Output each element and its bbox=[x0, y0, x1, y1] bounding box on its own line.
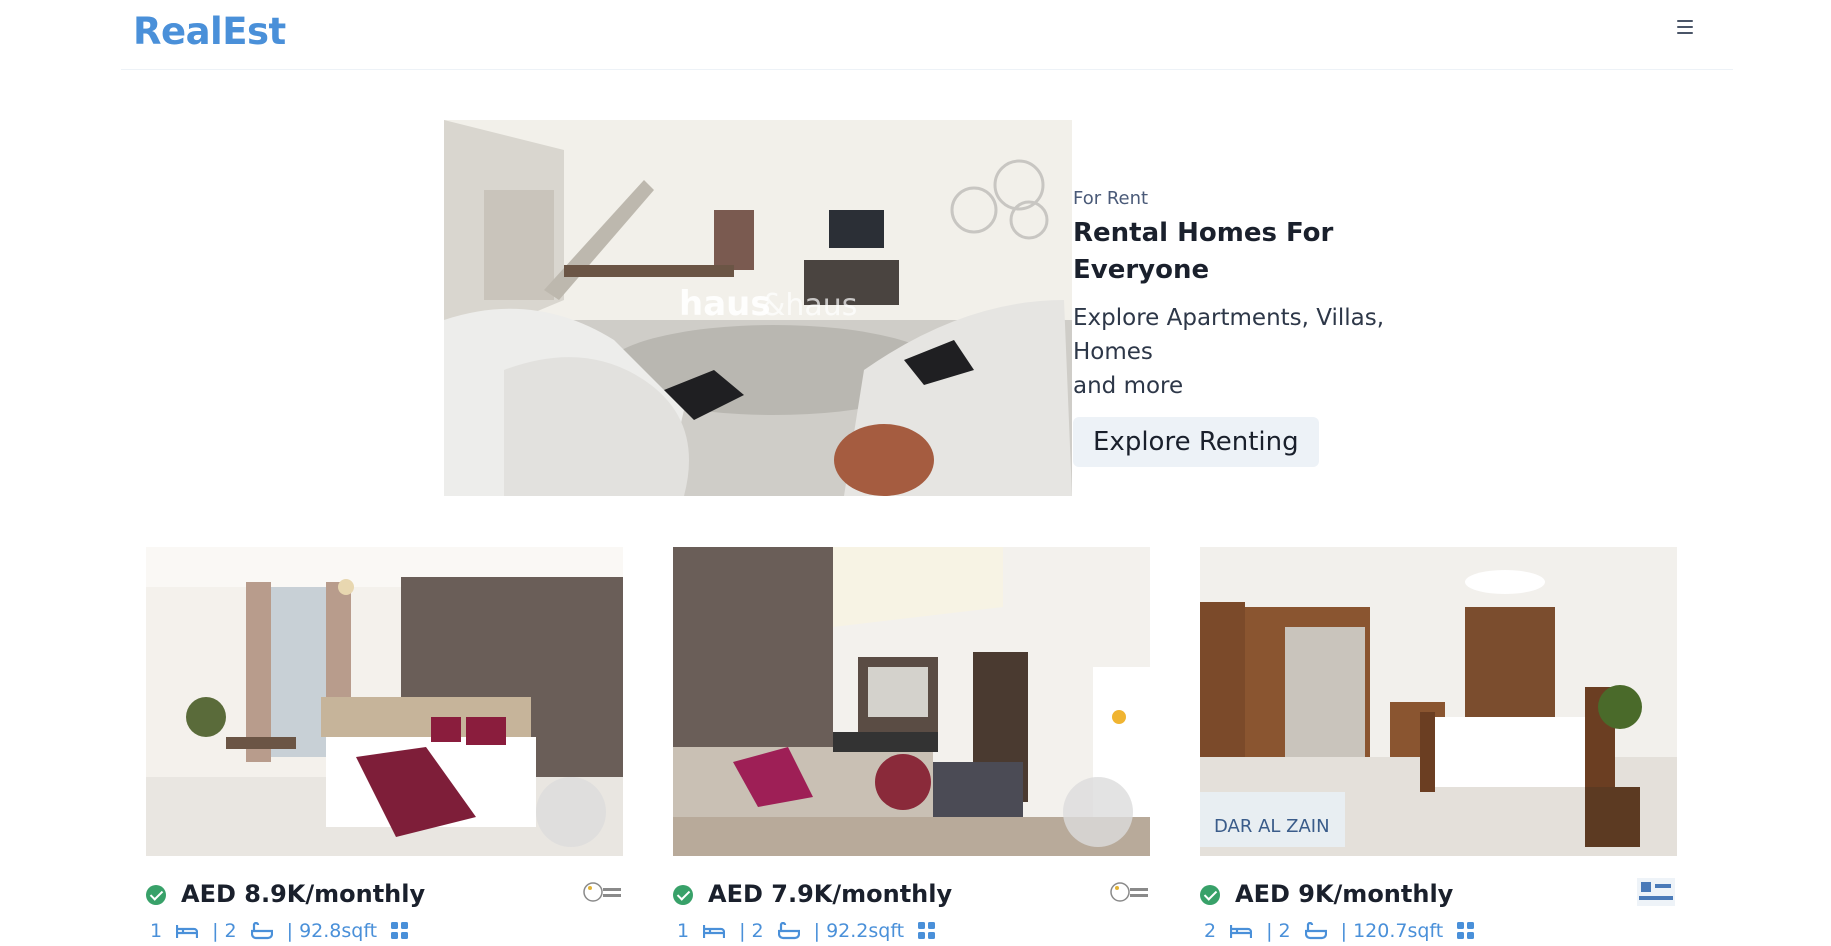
area-size: | 92.2sqft bbox=[813, 920, 905, 942]
baths-count: | 2 bbox=[212, 920, 237, 942]
banner-desc-line2: and more bbox=[1073, 373, 1184, 399]
agency-logo-icon bbox=[1110, 882, 1148, 902]
grid-area-icon bbox=[918, 922, 936, 940]
property-specs: 2 | 2 | 120.7sqft bbox=[1200, 916, 1677, 946]
property-card[interactable]: AED 7.9K/monthly 1 | 2 | 92.2sqft bbox=[673, 547, 1150, 946]
agency-logo-icon bbox=[1637, 878, 1675, 906]
svg-text:DAR AL ZAIN: DAR AL ZAIN bbox=[1214, 816, 1330, 837]
bath-icon bbox=[1304, 922, 1327, 940]
price-row: AED 9K/monthly bbox=[1200, 866, 1677, 916]
property-image[interactable] bbox=[673, 547, 1150, 856]
grid-area-icon bbox=[1457, 922, 1475, 940]
banner-title-line1: Rental Homes For bbox=[1073, 218, 1334, 248]
baths-count: | 2 bbox=[1266, 920, 1291, 942]
verified-check-icon bbox=[146, 885, 166, 905]
price-row: AED 8.9K/monthly bbox=[146, 866, 623, 916]
banner-title: Rental Homes For Everyone bbox=[1073, 215, 1433, 289]
verified-check-icon bbox=[1200, 885, 1220, 905]
grid-area-icon bbox=[391, 922, 409, 940]
hamburger-menu-icon[interactable] bbox=[1670, 14, 1700, 40]
agency-logo-icon bbox=[583, 882, 621, 902]
banner-description: Explore Apartments, Villas, Homes and mo… bbox=[1073, 301, 1433, 403]
baths-count: | 2 bbox=[739, 920, 764, 942]
price-row: AED 7.9K/monthly bbox=[673, 866, 1150, 916]
property-price: AED 9K/monthly bbox=[1235, 880, 1454, 908]
banner-purpose: For Rent bbox=[1073, 188, 1149, 209]
banner-title-line2: Everyone bbox=[1073, 255, 1210, 285]
property-image[interactable]: DAR AL ZAIN bbox=[1200, 547, 1677, 856]
property-specs: 1 | 2 | 92.2sqft bbox=[673, 916, 1150, 946]
rooms-count: 1 bbox=[677, 920, 690, 942]
site-logo[interactable]: RealEst bbox=[133, 10, 286, 53]
verified-check-icon bbox=[673, 885, 693, 905]
bed-icon bbox=[176, 923, 199, 939]
rooms-count: 2 bbox=[1204, 920, 1217, 942]
property-price: AED 7.9K/monthly bbox=[708, 880, 953, 908]
rooms-count: 1 bbox=[150, 920, 163, 942]
svg-text:&haus: &haus bbox=[762, 288, 857, 323]
property-card[interactable]: DAR AL ZAIN AED 9K/monthly 2 | 2 | 120.7… bbox=[1200, 547, 1677, 946]
property-price: AED 8.9K/monthly bbox=[181, 880, 426, 908]
banner-image: haus &haus bbox=[444, 120, 1072, 496]
property-image[interactable] bbox=[146, 547, 623, 856]
bed-icon bbox=[1230, 923, 1253, 939]
banner-text: For Rent Rental Homes For Everyone Explo… bbox=[1073, 188, 1433, 467]
banner-desc-line1: Explore Apartments, Villas, Homes bbox=[1073, 305, 1385, 365]
svg-text:haus: haus bbox=[679, 284, 771, 324]
navbar: RealEst bbox=[121, 0, 1733, 70]
property-specs: 1 | 2 | 92.8sqft bbox=[146, 916, 623, 946]
property-card[interactable]: AED 8.9K/monthly 1 | 2 | 92.8sqft bbox=[146, 547, 623, 946]
bath-icon bbox=[250, 922, 273, 940]
explore-renting-button[interactable]: Explore Renting bbox=[1073, 417, 1319, 467]
area-size: | 92.8sqft bbox=[286, 920, 378, 942]
bed-icon bbox=[703, 923, 726, 939]
area-size: | 120.7sqft bbox=[1340, 920, 1444, 942]
bath-icon bbox=[777, 922, 800, 940]
